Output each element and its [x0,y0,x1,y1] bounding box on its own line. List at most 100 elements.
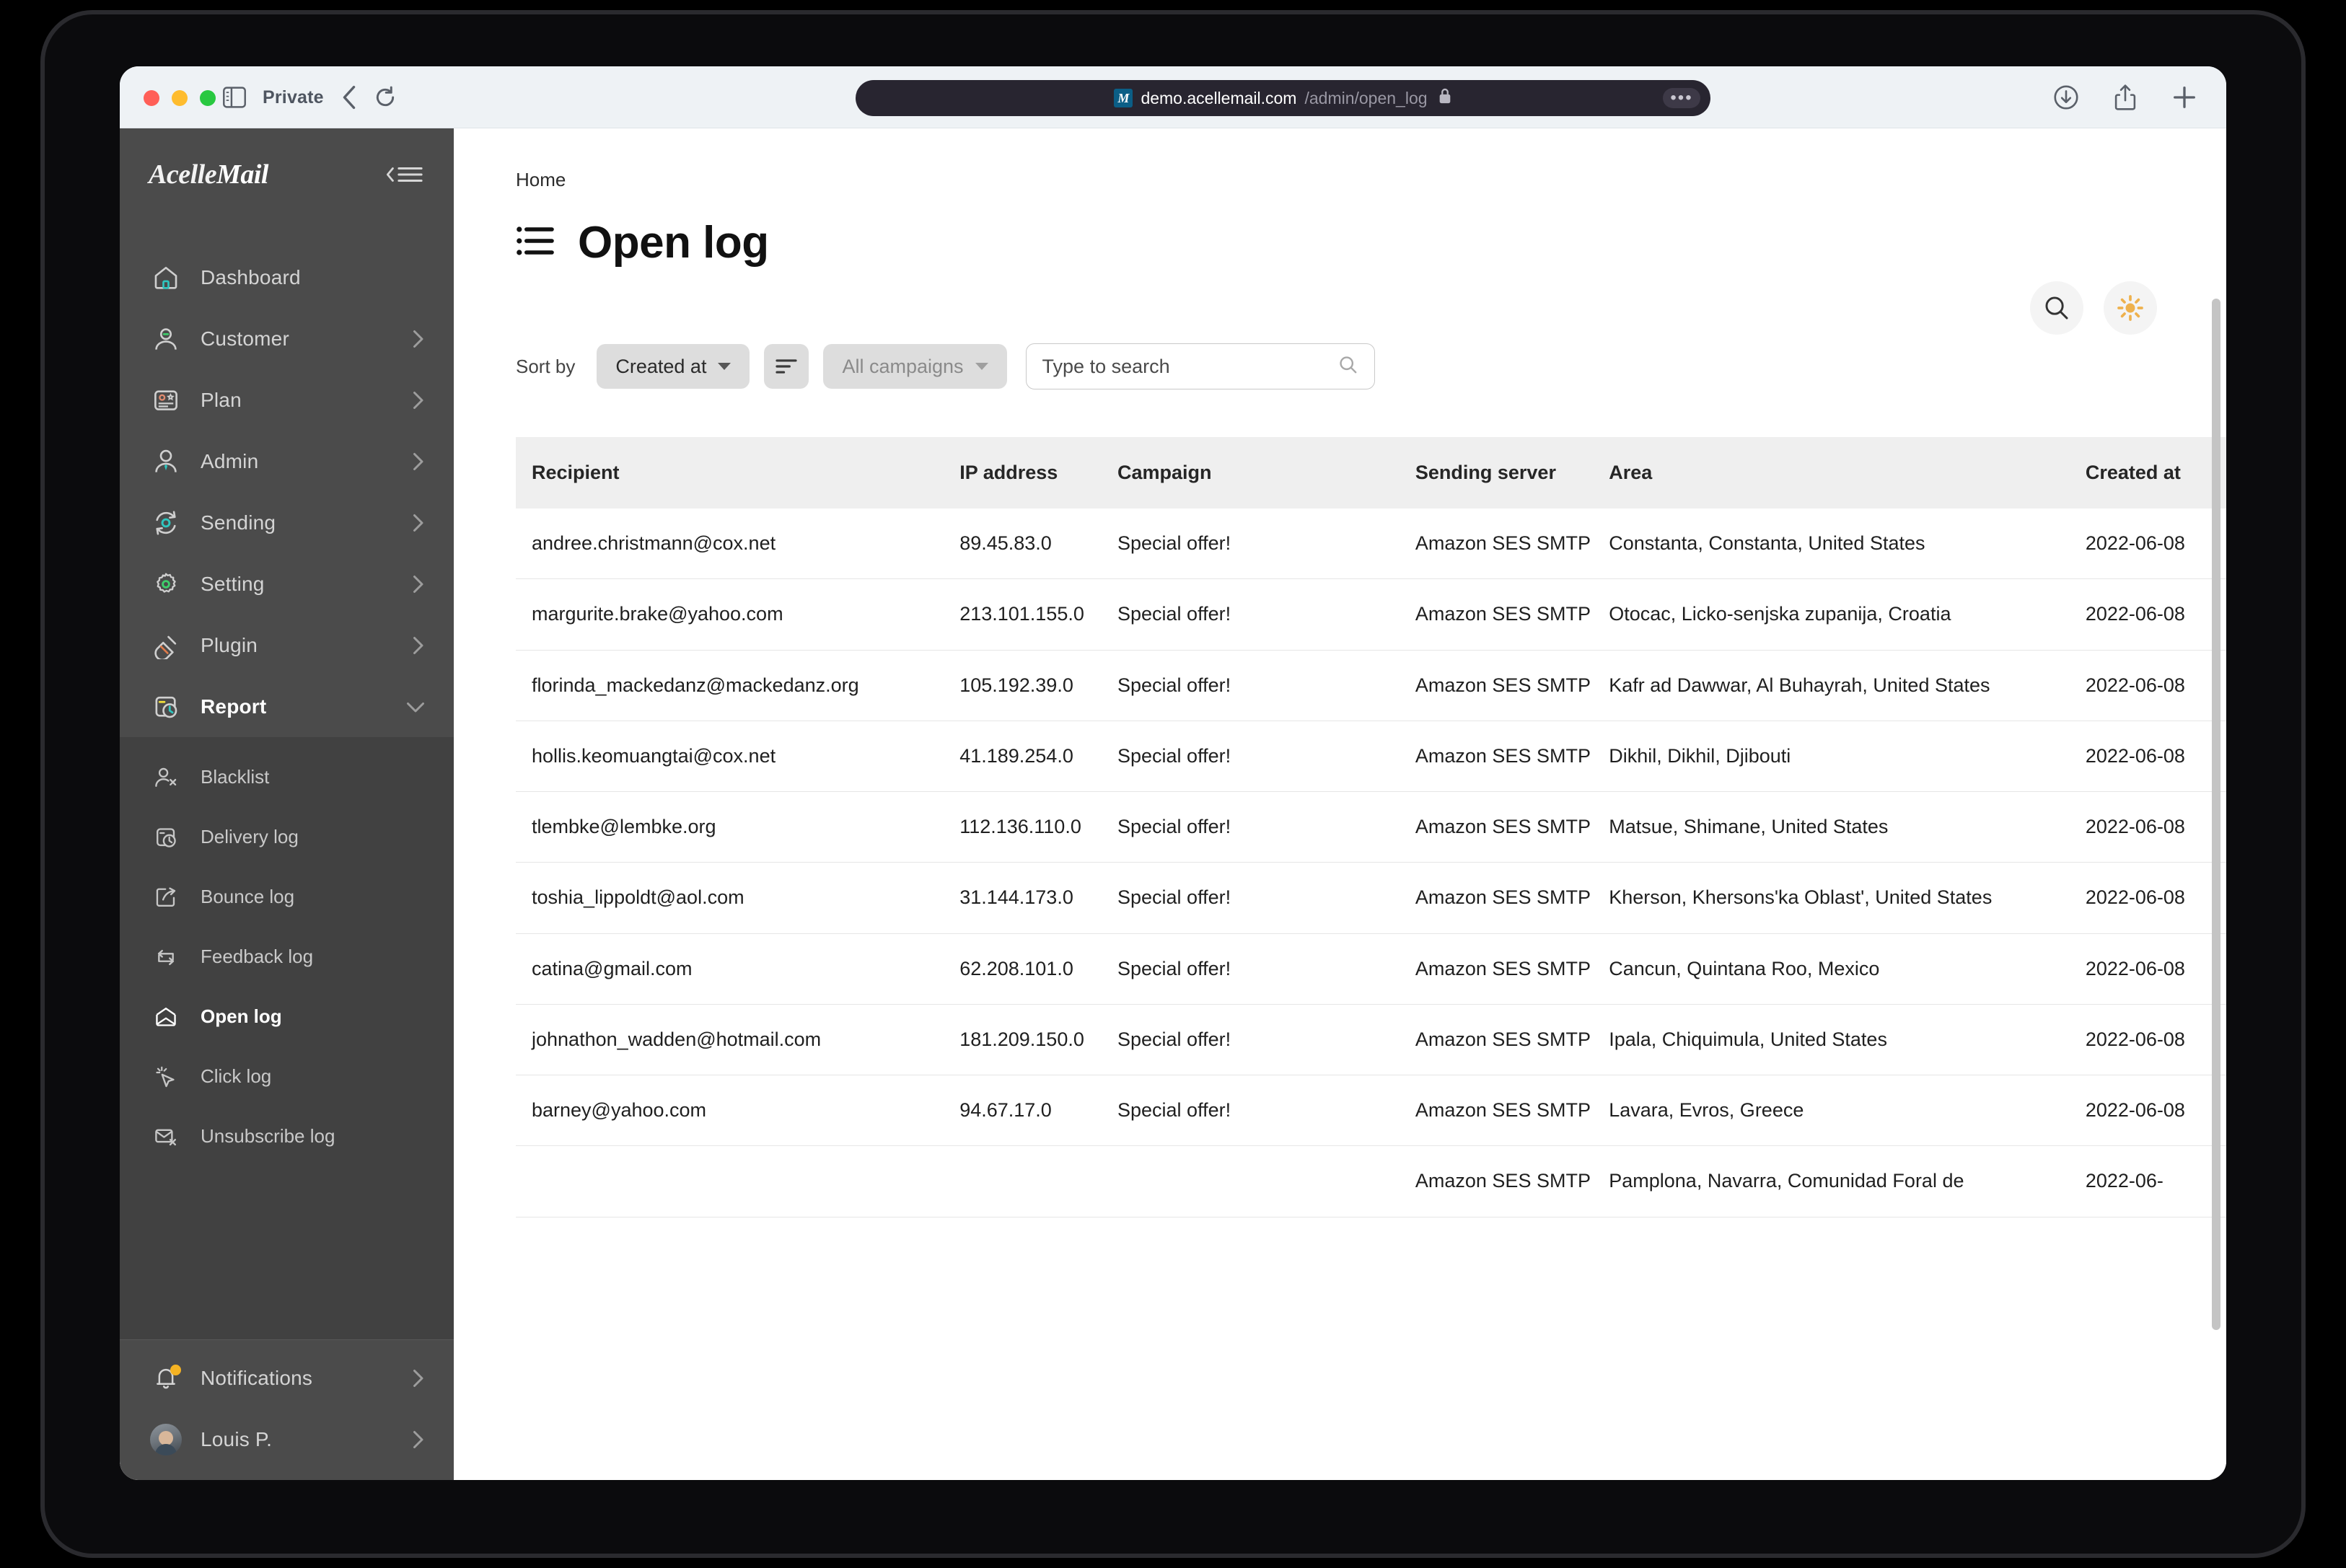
sidebar-brand: AcelleMail [120,128,454,221]
sidebar-item-open-log[interactable]: Open log [120,987,454,1047]
sidebar-item-label: Report [201,695,267,718]
search-input[interactable] [1042,355,1338,378]
sidebar-item-unsubscribe-log[interactable]: Unsubscribe log [120,1106,454,1166]
cell-recipient: andree.christmann@cox.net [516,508,960,580]
table-body: andree.christmann@cox.net 89.45.83.0 Speci… [516,508,2226,1217]
back-arrow-icon[interactable] [340,85,359,110]
envelope-x-icon [151,1122,180,1151]
search-box[interactable] [1025,343,1375,389]
column-header-sending-server[interactable]: Sending server [1415,437,1609,508]
collapse-menu-icon[interactable] [383,162,425,187]
column-header-created-at[interactable]: Created at [2085,437,2226,508]
sidebar-item-notifications[interactable]: Notifications [120,1347,454,1409]
table-row[interactable]: toshia_lippoldt@aol.com 31.144.173.0 Speci… [516,862,2226,934]
sidebar-item-delivery-log[interactable]: Delivery log [120,807,454,867]
maximize-window-button[interactable] [200,90,216,106]
cell-sending-server: Amazon SES SMTP [1415,791,1609,863]
open-log-table: Recipient IP address Campaign Sending se… [516,437,2226,1217]
plug-icon [151,631,180,660]
sidebar-item-setting[interactable]: Setting [120,553,454,615]
sidebar-subitem-label: Delivery log [201,826,299,847]
sort-field-dropdown[interactable]: Created at [597,344,750,389]
table-row[interactable]: catina@gmail.com 62.208.101.0 Special offe… [516,933,2226,1005]
table-row[interactable]: hollis.keomuangtai@cox.net 41.189.254.0 Sp… [516,721,2226,793]
table-row[interactable]: andree.christmann@cox.net 89.45.83.0 Speci… [516,508,2226,580]
cell-area: Dikhil, Dikhil, Djibouti [1609,721,2086,793]
chevron-down-icon [405,698,426,715]
reload-icon[interactable] [374,86,396,109]
admin-user-icon [151,447,180,476]
column-header-recipient[interactable]: Recipient [516,437,960,508]
cell-campaign: Special offer! [1117,650,1415,721]
sidebar-spacer [120,1182,454,1339]
sidebar-subitem-label: Unsubscribe log [201,1125,335,1147]
cell-sending-server: Amazon SES SMTP [1415,1004,1609,1076]
search-icon [1338,355,1358,379]
sort-order-icon[interactable] [764,344,809,389]
sidebar-item-label: Setting [201,572,265,595]
sidebar-item-label: Notifications [201,1366,313,1389]
sidebar-item-click-log[interactable]: Click log [120,1047,454,1106]
minimize-window-button[interactable] [172,90,188,106]
bell-icon [151,1364,181,1393]
close-window-button[interactable] [144,90,159,106]
sun-icon[interactable] [2104,281,2157,335]
campaign-filter-value: All campaigns [842,355,964,377]
user-x-icon [151,763,180,792]
cell-created-at: 2022-06-08 [2085,933,2226,1005]
sidebar-item-blacklist[interactable]: Blacklist [120,747,454,807]
sidebar-item-admin[interactable]: Admin [120,431,454,492]
campaign-filter-dropdown[interactable]: All campaigns [823,344,1007,389]
breadcrumb[interactable]: Home [516,169,2164,191]
table-row[interactable]: tlembke@lembke.org 112.136.110.0 Special o… [516,791,2226,863]
avatar [150,1423,182,1455]
table-row[interactable]: johnathon_wadden@hotmail.com 181.209.150.… [516,1004,2226,1076]
bounce-arrow-icon [151,883,180,912]
column-header-area[interactable]: Area [1609,437,2086,508]
feedback-loop-icon [151,943,180,972]
cell-area: Lavara, Evros, Greece [1609,1075,2086,1147]
sidebar-item-plugin[interactable]: Plugin [120,615,454,676]
more-dots-icon[interactable]: ••• [1663,88,1700,108]
cell-ip-address: 213.101.155.0 [959,578,1117,651]
downloads-icon[interactable] [2053,84,2079,110]
cell-recipient: hollis.keomuangtai@cox.net [516,721,960,793]
sidebar-item-report[interactable]: Report [120,676,454,737]
cell-sending-server: Amazon SES SMTP [1415,721,1609,793]
sidebar-item-bounce-log[interactable]: Bounce log [120,867,454,927]
table-row[interactable]: barney@yahoo.com 94.67.17.0 Special offer!… [516,1075,2226,1147]
cell-campaign: Special offer! [1117,1075,1415,1147]
cell-recipient: florinda_mackedanz@mackedanz.org [516,650,960,721]
search-icon[interactable] [2030,281,2083,335]
cell-ip-address: 112.136.110.0 [959,791,1117,863]
column-header-ip-address[interactable]: IP address [959,437,1117,508]
sidebar-item-sending[interactable]: Sending [120,492,454,553]
table-row[interactable]: Amazon SES SMTP Pamplona, Navarra, Comuni… [516,1145,2226,1217]
cell-recipient: catina@gmail.com [516,933,960,1005]
cell-created-at: 2022-06-08 [2085,1075,2226,1147]
vertical-scrollbar[interactable] [2212,299,2220,1330]
chevron-right-icon [409,328,426,350]
sidebar-item-feedback-log[interactable]: Feedback log [120,927,454,987]
share-icon[interactable] [2114,84,2137,111]
table-row[interactable]: margurite.brake@yahoo.com 213.101.155.0 Sp… [516,578,2226,651]
new-tab-icon[interactable] [2171,84,2197,110]
browser-window: Private M demo.acellemail.com /admin/ope… [120,66,2226,1480]
sidebar-subitem-label: Blacklist [201,766,270,788]
table-row[interactable]: florinda_mackedanz@mackedanz.org 105.192.… [516,650,2226,721]
sidebar-item-user-profile[interactable]: Louis P. [120,1409,454,1470]
click-cursor-icon [151,1062,180,1091]
sidebar-toggle-icon[interactable] [222,87,247,108]
sidebar-item-customer[interactable]: Customer [120,308,454,369]
sidebar-subitem-label: Open log [201,1005,282,1027]
cell-created-at: 2022-06-08 [2085,862,2226,934]
sidebar-item-dashboard[interactable]: Dashboard [120,247,454,308]
cell-ip-address: 31.144.173.0 [959,862,1117,934]
sidebar-item-label: Sending [201,511,276,534]
sidebar-item-plan[interactable]: Plan [120,369,454,431]
sort-by-label: Sort by [516,355,576,377]
cell-campaign: Special offer! [1117,791,1415,863]
column-header-campaign[interactable]: Campaign [1117,437,1415,508]
window-controls[interactable] [144,90,216,106]
address-bar[interactable]: M demo.acellemail.com /admin/open_log ••… [856,80,1710,116]
